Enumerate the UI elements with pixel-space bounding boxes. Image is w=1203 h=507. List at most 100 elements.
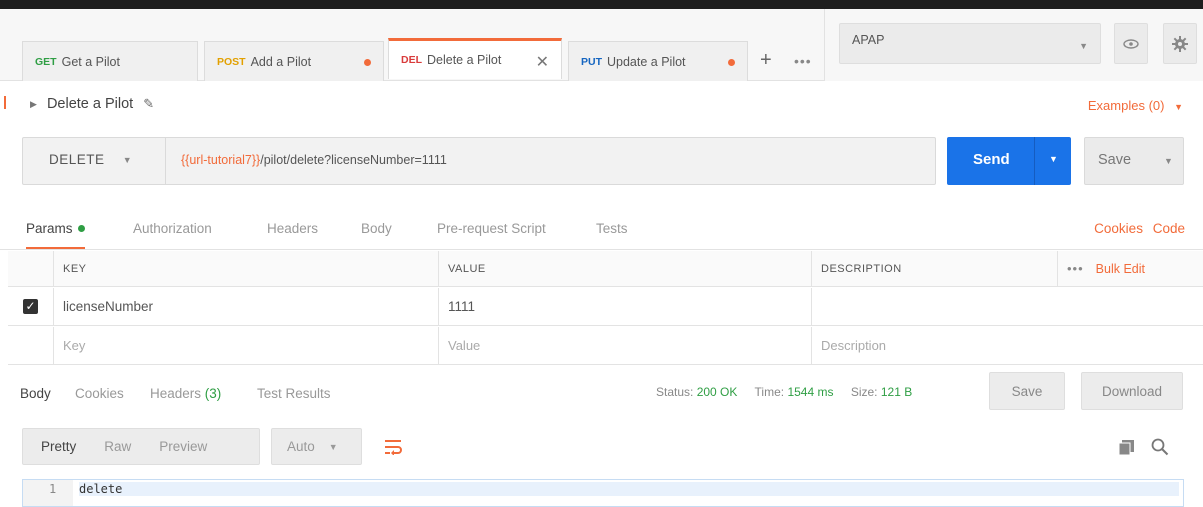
send-label: Send (973, 151, 1010, 168)
tab-delete-a-pilot[interactable]: DEL Delete a Pilot ✕ (388, 38, 562, 79)
new-tab-icon[interactable]: + (760, 50, 772, 70)
more-tabs-icon[interactable]: ••• (794, 53, 812, 69)
pencil-icon[interactable]: ✎ (143, 96, 154, 111)
time-value: 1544 ms (787, 385, 834, 399)
param-description-placeholder[interactable]: Description (811, 327, 1203, 364)
cookies-link[interactable]: Cookies (1094, 221, 1143, 236)
method-label: DELETE (49, 152, 105, 167)
gear-icon (1172, 35, 1188, 52)
table-row: ✓ licenseNumber 1111 (8, 288, 1203, 326)
cookies-code-links: Cookies Code (1094, 221, 1185, 236)
status-value: 200 OK (696, 385, 738, 399)
tab-method-label: POST (217, 55, 246, 68)
examples-dropdown[interactable]: Examples (0) ▼ (1088, 98, 1183, 113)
chevron-down-icon[interactable]: ▼ (1049, 154, 1058, 164)
code-link[interactable]: Code (1153, 221, 1185, 236)
caret-right-icon[interactable]: ▶ (30, 99, 37, 109)
table-actions: ••• Bulk Edit (1057, 251, 1203, 286)
param-key-field[interactable]: licenseNumber (53, 288, 438, 325)
response-tab-body[interactable]: Body (20, 386, 51, 401)
chevron-down-icon: ▼ (1079, 41, 1088, 51)
response-tab-cookies[interactable]: Cookies (75, 386, 124, 401)
wrap-lines-icon (385, 440, 402, 455)
view-raw[interactable]: Raw (104, 439, 131, 454)
param-key-placeholder[interactable]: Key (53, 327, 438, 364)
more-options-icon[interactable]: ••• (1067, 261, 1084, 276)
send-button[interactable]: Send ▼ (947, 137, 1071, 185)
time-label: Time: (754, 385, 785, 399)
environment-select[interactable]: APAP ▼ (839, 23, 1101, 64)
value-column-header: VALUE (438, 251, 811, 286)
request-name: Delete a Pilot (46, 96, 134, 112)
chevron-down-icon[interactable]: ▼ (1164, 156, 1173, 166)
line-number: 1 (23, 480, 73, 506)
description-column-header: DESCRIPTION (811, 251, 1057, 286)
view-pretty[interactable]: Pretty (41, 439, 76, 454)
tab-get-a-pilot[interactable]: GET Get a Pilot (22, 41, 198, 81)
close-icon[interactable]: ✕ (536, 52, 549, 72)
tab-update-a-pilot[interactable]: PUT Update a Pilot (568, 41, 748, 81)
response-header-bar: Body Cookies Headers (3) Test Results St… (0, 372, 1203, 416)
tab-add-a-pilot[interactable]: POST Add a Pilot (204, 41, 384, 81)
download-button[interactable]: Download (1081, 372, 1183, 410)
copy-icon[interactable] (1118, 440, 1134, 458)
tab-label: Delete a Pilot (427, 53, 502, 67)
key-column-header: KEY (53, 251, 438, 286)
headers-count-badge: (3) (204, 386, 222, 401)
accent-marker (4, 96, 6, 109)
window-top-bar (0, 0, 1203, 9)
tab-method-label: PUT (581, 55, 602, 68)
unsaved-dot-icon (728, 59, 735, 66)
tab-label: Get a Pilot (61, 54, 120, 69)
view-preview[interactable]: Preview (159, 439, 207, 454)
request-name-row[interactable]: ▶ Delete a Pilot ✎ (30, 96, 154, 112)
tab-params[interactable]: Params (26, 221, 85, 249)
response-body-text: delete (79, 482, 1179, 496)
manage-environments-button[interactable] (1163, 23, 1197, 64)
chevron-down-icon: ▼ (122, 155, 133, 165)
status-label: Status: (656, 385, 694, 399)
save-button[interactable]: Save ▼ (1084, 137, 1184, 185)
chevron-down-icon: ▼ (1174, 102, 1183, 112)
tab-tests[interactable]: Tests (596, 221, 628, 236)
tab-authorization[interactable]: Authorization (133, 221, 212, 236)
size-label: Size: (850, 385, 878, 399)
url-variable: {{url-tutorial7}} (181, 153, 261, 167)
method-select[interactable]: DELETE ▼ (23, 138, 166, 184)
tab-method-label: DEL (401, 54, 422, 66)
tab-pre-request-script[interactable]: Pre-request Script (437, 221, 546, 236)
tab-headers[interactable]: Headers (267, 221, 318, 236)
send-divider (1034, 137, 1035, 185)
param-description-field[interactable] (811, 288, 1203, 325)
size-value: 121 B (880, 385, 913, 399)
tab-label: Add a Pilot (250, 54, 312, 69)
param-value-field[interactable]: 1111 (438, 288, 811, 325)
tab-body[interactable]: Body (361, 221, 392, 236)
save-label: Save (1098, 152, 1132, 168)
examples-label: Examples (0) (1087, 98, 1165, 113)
table-row-empty: Key Value Description (8, 327, 1203, 365)
tab-params-label: Params (26, 221, 73, 236)
row-checkbox[interactable]: ✓ (8, 288, 53, 325)
unsaved-dot-icon (364, 59, 371, 66)
bulk-edit-link[interactable]: Bulk Edit (1096, 262, 1145, 276)
format-label: Auto (287, 439, 315, 454)
param-value-placeholder[interactable]: Value (438, 327, 811, 364)
format-select[interactable]: Auto ▼ (271, 428, 362, 465)
environment-quick-look-button[interactable] (1114, 23, 1148, 64)
chevron-down-icon: ▼ (328, 441, 338, 452)
response-tab-headers[interactable]: Headers (3) (150, 386, 221, 401)
search-icon[interactable] (1151, 438, 1169, 459)
response-body-editor[interactable]: 1 delete (22, 479, 1184, 507)
response-tab-test-results[interactable]: Test Results (257, 386, 331, 401)
environment-label: APAP (852, 33, 885, 47)
response-save-button[interactable]: Save (989, 372, 1065, 410)
url-input[interactable]: {{url-tutorial7}}/pilot/delete?licenseNu… (181, 153, 447, 167)
request-tabs: Params Authorization Headers Body Pre-re… (0, 212, 1203, 250)
tab-label: Update a Pilot (607, 54, 686, 69)
url-path: /pilot/delete?licenseNumber=1111 (260, 153, 447, 167)
environment-area: APAP ▼ (824, 9, 1203, 81)
view-mode-group: Pretty Raw Preview (22, 428, 260, 465)
wrap-lines-button[interactable] (373, 432, 413, 462)
eye-icon (1123, 38, 1139, 49)
